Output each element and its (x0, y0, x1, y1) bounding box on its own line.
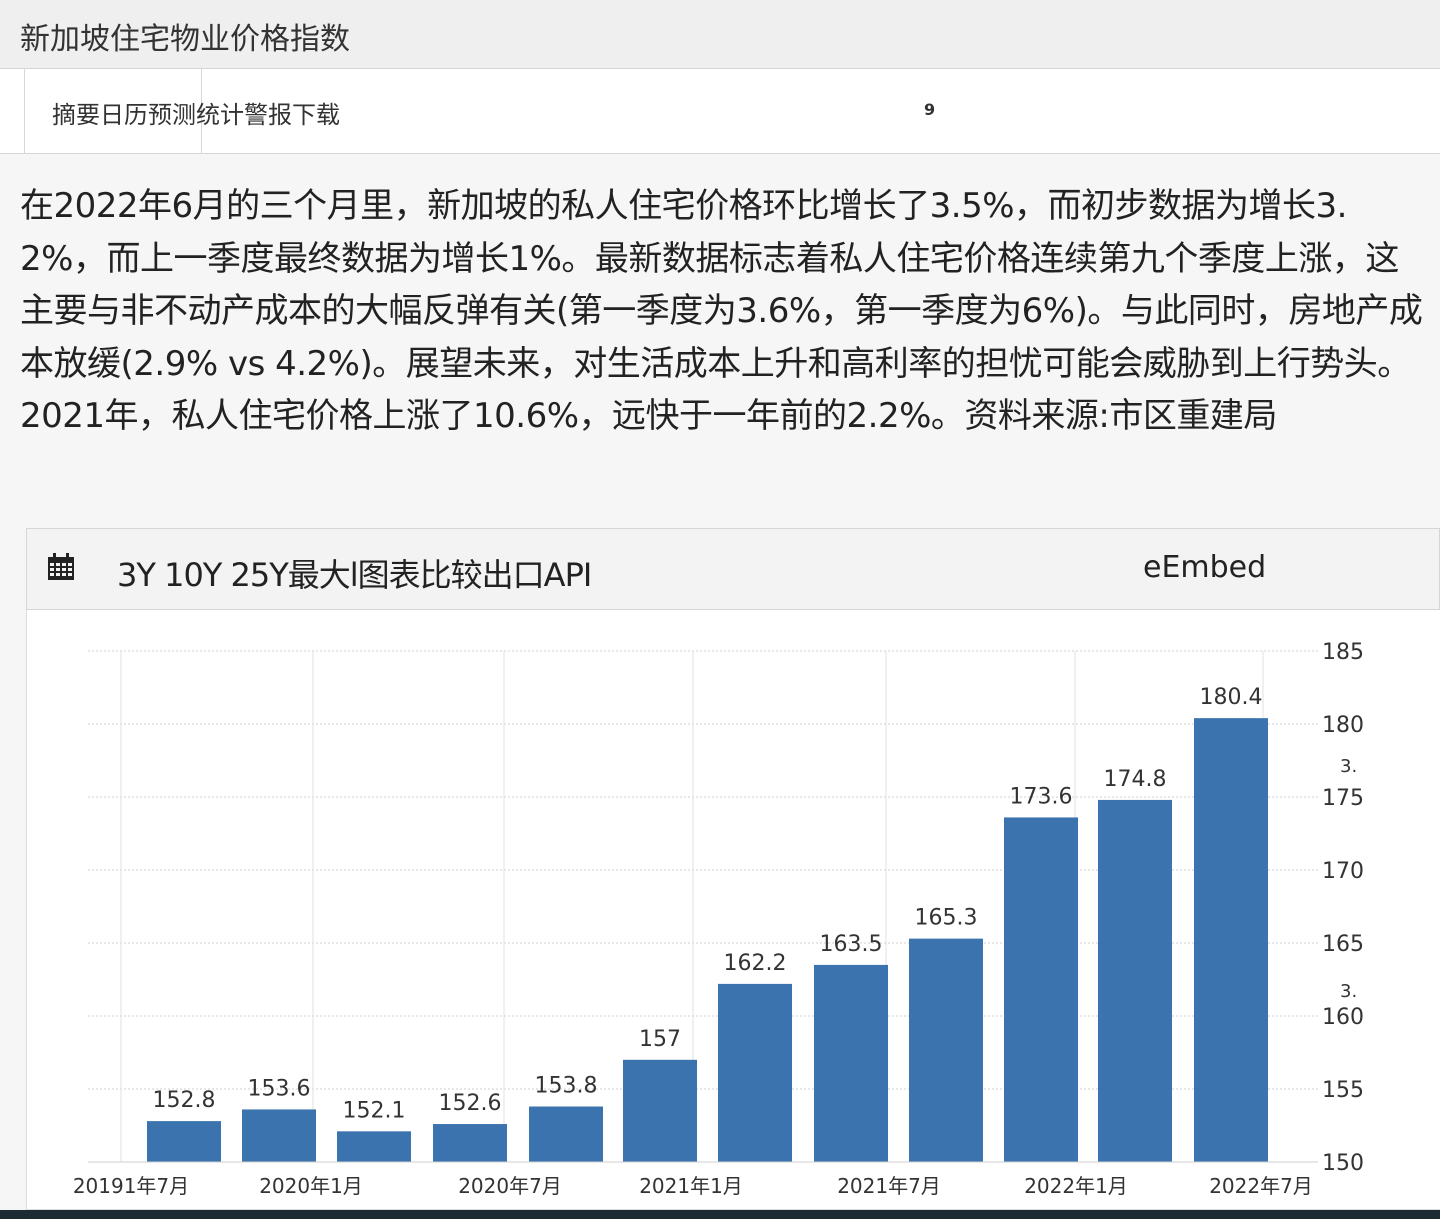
bar (718, 983, 792, 1162)
bar-value-label: 165.3 (915, 906, 978, 931)
bar (337, 1131, 411, 1162)
y-tick-label: 155 (1322, 1078, 1364, 1103)
bar-chart: 150 155 160 165 170 175 180 185 3. 3. 152.8 153.6 15… (73, 640, 1364, 1198)
y-tick-label: 150 (1322, 1151, 1364, 1176)
y-tick-label: 160 (1322, 1005, 1364, 1030)
y-tick-label: 165 (1322, 932, 1364, 957)
bar (1004, 817, 1078, 1162)
x-tick-label: 2020年7月 (458, 1174, 562, 1198)
bar-value-label: 157 (639, 1027, 681, 1052)
bar (623, 1059, 697, 1162)
bar (242, 1109, 316, 1162)
bar (529, 1106, 603, 1162)
x-tick-label: 2022年7月 (1209, 1174, 1313, 1198)
bar (433, 1124, 507, 1162)
x-tick-label: 2021年1月 (639, 1174, 743, 1198)
bar (1194, 718, 1268, 1162)
bottom-strip (0, 1210, 1440, 1219)
y-tick-label: 175 (1322, 786, 1364, 811)
y-tick-label: 170 (1322, 859, 1364, 884)
bar-value-label: 152.1 (343, 1098, 406, 1123)
bar-value-label: 152.6 (439, 1091, 502, 1116)
x-tick-label: 2022年1月 (1024, 1174, 1128, 1198)
bar (814, 964, 888, 1162)
bar-value-label: 174.8 (1104, 767, 1167, 792)
bar-value-label: 180.4 (1200, 685, 1263, 710)
y-axis-stray-label: 3. (1340, 981, 1357, 1002)
bar (1098, 799, 1172, 1162)
y-tick-label: 185 (1322, 640, 1364, 665)
bar-value-label: 153.6 (248, 1076, 311, 1101)
x-tick-label: 20191年7月 (73, 1174, 189, 1198)
x-tick-label: 2021年7月 (837, 1174, 941, 1198)
bar-value-label: 153.8 (535, 1074, 598, 1099)
bar (147, 1121, 221, 1162)
bar-value-label: 162.2 (724, 951, 787, 976)
x-tick-label: 2020年1月 (259, 1174, 363, 1198)
bar-value-label: 173.6 (1010, 784, 1073, 809)
bar (909, 938, 983, 1162)
y-axis-stray-label: 3. (1340, 756, 1357, 777)
bar-value-label: 163.5 (820, 932, 883, 957)
bar-value-label: 152.8 (153, 1088, 216, 1113)
y-tick-label: 180 (1322, 713, 1364, 738)
